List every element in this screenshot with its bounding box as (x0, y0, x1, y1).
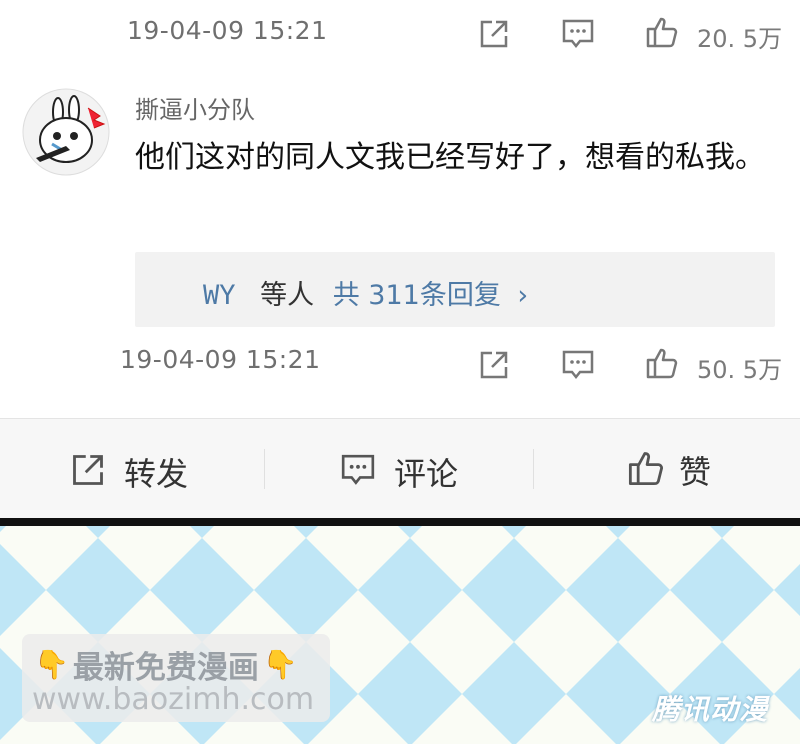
repost-button[interactable]: 转发 (70, 449, 188, 495)
avatar[interactable] (22, 88, 110, 176)
comment-timestamp: 19-04-09 15:21 (120, 345, 321, 374)
repost-label: 转发 (124, 455, 189, 493)
thumbs-up-icon[interactable] (645, 15, 679, 49)
like-label: 赞 (679, 453, 712, 491)
brand-logo: 腾讯动漫 (652, 693, 769, 726)
reply-count[interactable]: 共 311条回复 (333, 280, 501, 311)
pointing-down-icon: 👇 (34, 648, 69, 681)
watermark-box: 👇 最新免费漫画 👇 www.baozimh.com (22, 634, 330, 722)
watermark-url[interactable]: www.baozimh.com (32, 682, 314, 717)
reply-others-label: 等人 (260, 280, 315, 311)
share-icon (70, 452, 106, 492)
action-bar: 转发 评论 赞 (0, 418, 800, 519)
share-icon[interactable] (478, 18, 510, 50)
pointing-down-icon: 👇 (262, 648, 298, 681)
top-like-count: 20. 5万 (697, 25, 783, 53)
comment-like-count: 50. 5万 (697, 356, 783, 384)
replies-preview[interactable]: WY 等人 共 311条回复 › (135, 252, 775, 327)
separator-line (0, 518, 800, 526)
comment-text: 他们这对的同人文我已经写好了，想看的私我。 (135, 140, 765, 175)
comment-icon[interactable] (561, 18, 595, 50)
comment-username[interactable]: 撕逼小分队 (135, 90, 255, 125)
share-icon[interactable] (478, 349, 510, 381)
watermark-line1: 最新免费漫画 (72, 650, 259, 686)
thumbs-up-icon (627, 449, 665, 491)
comment-icon[interactable] (561, 349, 595, 381)
divider (533, 449, 534, 489)
comment-button[interactable]: 评论 (340, 449, 458, 495)
divider (264, 449, 265, 489)
comment-icon (340, 453, 376, 491)
like-button[interactable]: 赞 (627, 447, 711, 493)
comment-label: 评论 (394, 455, 459, 493)
top-comment-timestamp: 19-04-09 15:21 (127, 16, 328, 45)
reply-username[interactable]: WY (203, 280, 236, 311)
thumbs-up-icon[interactable] (645, 346, 679, 380)
chevron-right-icon: › (517, 280, 529, 311)
